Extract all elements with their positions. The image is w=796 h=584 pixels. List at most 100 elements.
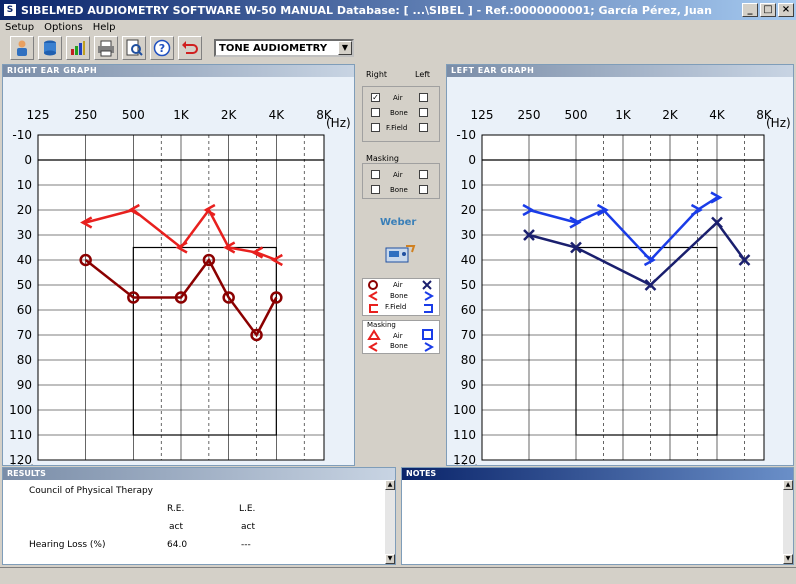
notes-scroll-down-icon[interactable]: ▼ — [783, 554, 793, 564]
db-tick-label: -10 — [12, 128, 32, 142]
masking-label: Masking — [366, 154, 399, 163]
test-type-group: ✓ Air Bone F.Field — [362, 86, 440, 142]
test-type-select[interactable]: TONE AUDIOMETRY ▼ — [214, 39, 354, 57]
db-tick-label: 40 — [17, 253, 32, 267]
db-tick-label: 0 — [468, 153, 476, 167]
freq-tick-label: 500 — [122, 108, 145, 122]
weber-button[interactable] — [384, 242, 416, 269]
masking-air-label: Air — [393, 171, 403, 179]
freq-tick-label: 250 — [74, 108, 97, 122]
left-air-checkbox[interactable] — [419, 93, 428, 102]
freq-tick-label: 1K — [615, 108, 632, 122]
symbol-legend: Air Bone F.Field — [362, 278, 440, 316]
bone-label: Bone — [390, 109, 408, 117]
results-sub-le: act — [241, 522, 255, 532]
results-sub-re: act — [169, 522, 183, 532]
help-button[interactable]: ? — [150, 36, 174, 60]
db-tick-label: 20 — [17, 203, 32, 217]
hz-axis-label: (Hz) — [766, 116, 791, 130]
right-masking-air-checkbox[interactable] — [371, 170, 380, 179]
db-tick-label: 50 — [461, 278, 476, 292]
toolbar: ? TONE AUDIOMETRY ▼ — [0, 34, 796, 62]
chart-icon — [71, 41, 85, 55]
database-icon — [44, 40, 56, 56]
title-bar: S SIBELMED AUDIOMETRY SOFTWARE W-50 MANU… — [0, 0, 796, 20]
db-tick-label: 40 — [461, 253, 476, 267]
minimize-button[interactable]: _ — [742, 3, 758, 17]
masking-group: Air Bone — [362, 163, 440, 199]
print-button[interactable] — [94, 36, 118, 60]
legend2-air-label: Air — [393, 332, 403, 340]
db-tick-label: 110 — [453, 428, 476, 442]
db-tick-label: 30 — [461, 228, 476, 242]
database-button[interactable] — [38, 36, 62, 60]
notes-scrollbar[interactable]: ▲ ▼ — [783, 480, 793, 564]
db-tick-label: 70 — [17, 328, 32, 342]
undo-icon — [182, 41, 198, 54]
db-tick-label: 10 — [17, 178, 32, 192]
maximize-button[interactable]: □ — [760, 3, 776, 17]
db-tick-label: 60 — [461, 303, 476, 317]
right-ear-audiogram[interactable]: -100102030405060708090100110120125 250 500… — [3, 77, 354, 465]
menu-help[interactable]: Help — [88, 22, 121, 33]
right-column-label: Right — [366, 70, 388, 79]
legend-ffield-label: F.Field — [385, 303, 407, 311]
results-scrollbar[interactable]: ▲ ▼ — [385, 480, 395, 564]
notes-panel[interactable]: NOTES ▲ ▼ — [401, 467, 794, 565]
menu-options[interactable]: Options — [39, 22, 88, 33]
right-bone-checkbox[interactable] — [371, 108, 380, 117]
preview-button[interactable] — [122, 36, 146, 60]
db-tick-label: 0 — [24, 153, 32, 167]
svg-text:?: ? — [159, 42, 165, 55]
test-type-value: TONE AUDIOMETRY — [219, 42, 328, 54]
left-ear-header: LEFT EAR GRAPH — [447, 65, 793, 77]
menu-bar: Setup Options Help — [0, 20, 796, 34]
left-bone-checkbox[interactable] — [419, 108, 428, 117]
print-icon — [98, 40, 114, 57]
notes-scroll-up-icon[interactable]: ▲ — [783, 480, 793, 490]
freq-tick-label: 1K — [173, 108, 190, 122]
right-air-checkbox[interactable]: ✓ — [371, 93, 380, 102]
freq-tick-label: 250 — [518, 108, 541, 122]
db-axis-label: (dB) — [454, 463, 479, 465]
results-panel: RESULTS Council of Physical Therapy R.E.… — [2, 467, 396, 565]
left-masking-bone-checkbox[interactable] — [419, 185, 428, 194]
scroll-down-icon[interactable]: ▼ — [385, 554, 395, 564]
weber-audiometer-icon — [385, 245, 416, 263]
undo-button[interactable] — [178, 36, 202, 60]
freq-tick-label: 4K — [269, 108, 286, 122]
results-header: RESULTS — [3, 468, 395, 480]
menu-setup[interactable]: Setup — [0, 22, 39, 33]
results-col-re: R.E. — [167, 504, 185, 514]
chevron-down-icon[interactable]: ▼ — [338, 41, 352, 55]
close-button[interactable]: × — [778, 3, 794, 17]
legend-air-label: Air — [393, 281, 403, 289]
db-tick-label: 50 — [17, 278, 32, 292]
masking-symbol-legend: Masking Air Bone — [362, 320, 440, 354]
db-tick-label: 100 — [9, 403, 32, 417]
left-ear-panel: LEFT EAR GRAPH -10 0 10 20 30 40 50 60 70 80 90 100… — [446, 64, 794, 466]
app-icon: S — [3, 3, 17, 17]
left-ear-audiogram[interactable]: -100102030405060708090100110120125 250 500… — [447, 77, 793, 465]
right-masking-bone-checkbox[interactable] — [371, 185, 380, 194]
freq-tick-label: 500 — [565, 108, 588, 122]
freq-tick-label: 2K — [221, 108, 238, 122]
scroll-up-icon[interactable]: ▲ — [385, 480, 395, 490]
help-icon: ? — [153, 39, 171, 57]
left-masking-air-checkbox[interactable] — [419, 170, 428, 179]
results-row-label: Hearing Loss (%) — [29, 540, 106, 550]
db-tick-label: 110 — [9, 428, 32, 442]
right-ffield-checkbox[interactable] — [371, 123, 380, 132]
db-tick-label: 60 — [17, 303, 32, 317]
freq-tick-label: 4K — [709, 108, 726, 122]
db-tick-label: 90 — [461, 378, 476, 392]
left-ffield-checkbox[interactable] — [419, 123, 428, 132]
preview-icon — [126, 39, 143, 56]
left-column-label: Left — [415, 70, 431, 79]
chart-button[interactable] — [66, 36, 90, 60]
legend2-bone-label: Bone — [390, 342, 408, 350]
db-tick-label: 90 — [17, 378, 32, 392]
freq-tick-label: 125 — [471, 108, 494, 122]
patient-button[interactable] — [10, 36, 34, 60]
freq-tick-label: 2K — [662, 108, 679, 122]
